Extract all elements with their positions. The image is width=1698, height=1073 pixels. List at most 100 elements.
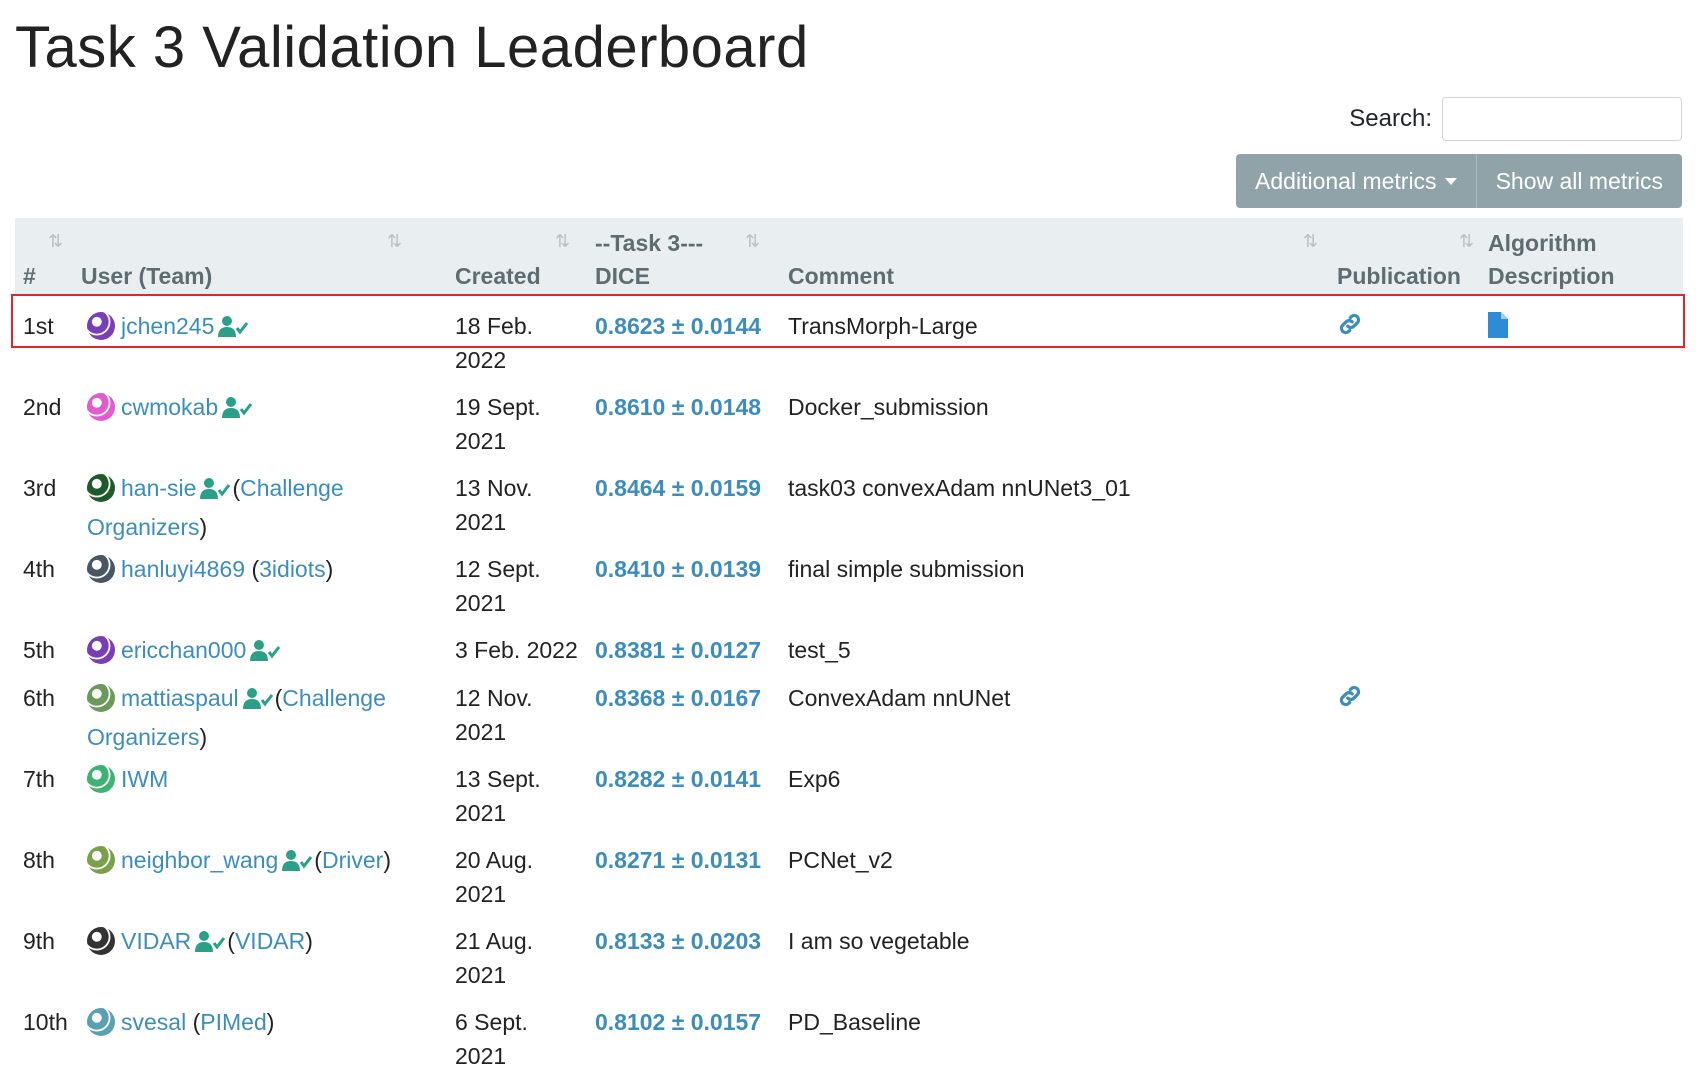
created-cell: 12 Nov. 2021 [455, 685, 533, 745]
search-input[interactable] [1442, 97, 1682, 141]
sort-icon[interactable]: ⇅ [745, 231, 760, 252]
user-cell: hanluyi4869 (3idiots) [87, 552, 427, 586]
avatar [87, 474, 115, 502]
avatar [87, 684, 115, 712]
table-header: ⇅ # ⇅ User (Team) ⇅ Created --Task 3--- … [15, 218, 1683, 296]
created-cell: 13 Sept. 2021 [455, 766, 541, 826]
user-cell: ericchan000 [87, 633, 427, 672]
team-link[interactable]: 3idiots [259, 556, 325, 582]
dice-cell: 0.8368 ± 0.0167 [595, 685, 762, 711]
comment-cell: task03 convexAdam nnUNet3_01 [788, 475, 1131, 501]
user-cell: VIDAR (VIDAR) [87, 924, 427, 963]
verified-user-icon [250, 638, 281, 672]
user-link[interactable]: mattiaspaul [121, 685, 239, 711]
rank-cell: 3rd [23, 475, 57, 501]
column-header-user[interactable]: ⇅ User (Team) [81, 218, 411, 296]
dice-cell: 0.8133 ± 0.0203 [595, 928, 762, 954]
comment-cell: final simple submission [788, 556, 1025, 582]
rank-cell: 7th [23, 766, 55, 792]
sort-icon[interactable]: ⇅ [48, 231, 63, 252]
sort-icon[interactable]: ⇅ [1303, 231, 1318, 252]
dice-cell: 0.8282 ± 0.0141 [595, 766, 762, 792]
verified-user-icon [195, 929, 226, 963]
team-link[interactable]: PIMed [200, 1009, 266, 1035]
created-cell: 21 Aug. 2021 [455, 928, 534, 988]
rank-cell: 4th [23, 556, 55, 582]
user-link[interactable]: svesal [121, 1009, 186, 1035]
created-cell: 20 Aug. 2021 [455, 847, 534, 907]
user-link[interactable]: hanluyi4869 [121, 556, 245, 582]
user-link[interactable]: han-sie [121, 475, 196, 501]
dice-cell: 0.8102 ± 0.0157 [595, 1009, 762, 1035]
avatar [87, 1008, 115, 1036]
verified-user-icon [242, 686, 273, 720]
comment-cell: I am so vegetable [788, 928, 970, 954]
user-cell: cwmokab [87, 390, 427, 429]
user-cell: jchen245 [87, 309, 427, 348]
metrics-button-group: Additional metrics Show all metrics [1236, 154, 1682, 208]
column-header-rank[interactable]: ⇅ # [23, 218, 83, 296]
user-link[interactable]: cwmokab [121, 394, 218, 420]
publication-link-icon[interactable] [1337, 311, 1363, 346]
dice-cell: 0.8623 ± 0.0144 [595, 313, 762, 339]
rank-cell: 1st [23, 313, 54, 339]
avatar [87, 555, 115, 583]
dice-cell: 0.8271 ± 0.0131 [595, 847, 762, 873]
dice-cell: 0.8610 ± 0.0148 [595, 394, 762, 420]
page-title: Task 3 Validation Leaderboard [15, 15, 809, 80]
created-cell: 3 Feb. 2022 [455, 637, 578, 663]
user-cell: neighbor_wang (Driver) [87, 843, 427, 882]
created-cell: 19 Sept. 2021 [455, 394, 541, 454]
column-header-created[interactable]: ⇅ Created [455, 218, 585, 296]
verified-user-icon [282, 848, 313, 882]
rank-cell: 5th [23, 637, 55, 663]
column-header-publication[interactable]: ⇅ Publication [1337, 218, 1477, 296]
comment-cell: Docker_submission [788, 394, 989, 420]
user-link[interactable]: neighbor_wang [121, 847, 278, 873]
avatar [87, 846, 115, 874]
comment-cell: PCNet_v2 [788, 847, 893, 873]
rank-cell: 9th [23, 928, 55, 954]
user-cell: IWM [87, 762, 427, 796]
user-cell: han-sie (Challenge Organizers) [87, 474, 344, 540]
avatar [87, 393, 115, 421]
sort-icon[interactable]: ⇅ [1459, 231, 1474, 252]
rank-cell: 10th [23, 1009, 68, 1035]
show-all-metrics-button[interactable]: Show all metrics [1476, 154, 1682, 208]
comment-cell: Exp6 [788, 766, 841, 792]
created-cell: 18 Feb. 2022 [455, 313, 533, 373]
user-link[interactable]: ericchan000 [121, 637, 246, 663]
publication-link-icon[interactable] [1337, 683, 1363, 718]
created-cell: 6 Sept. 2021 [455, 1009, 528, 1069]
algorithm-description-file-icon[interactable] [1488, 312, 1508, 347]
column-header-algorithm[interactable]: Algorithm Description [1488, 218, 1678, 296]
user-link[interactable]: VIDAR [121, 928, 191, 954]
verified-user-icon [200, 476, 231, 510]
additional-metrics-button[interactable]: Additional metrics [1236, 154, 1477, 208]
user-cell: svesal (PIMed) [87, 1005, 427, 1039]
dice-cell: 0.8464 ± 0.0159 [595, 475, 762, 501]
user-cell: mattiaspaul (Challenge Organizers) [87, 684, 386, 750]
verified-user-icon [222, 395, 253, 429]
avatar [87, 312, 115, 340]
created-cell: 12 Sept. 2021 [455, 556, 541, 616]
avatar [87, 636, 115, 664]
rank-cell: 8th [23, 847, 55, 873]
search-box: Search: [1349, 97, 1682, 141]
user-link[interactable]: IWM [121, 766, 168, 792]
comment-cell: PD_Baseline [788, 1009, 921, 1035]
team-link[interactable]: VIDAR [235, 928, 305, 954]
sort-icon[interactable]: ⇅ [387, 231, 402, 252]
column-header-comment[interactable]: ⇅ Comment [788, 218, 1318, 296]
column-header-dice[interactable]: --Task 3--- ⇅ DICE [595, 218, 775, 296]
avatar [87, 927, 115, 955]
search-label: Search: [1349, 105, 1432, 132]
comment-cell: TransMorph-Large [788, 313, 978, 339]
avatar [87, 765, 115, 793]
rank-cell: 6th [23, 685, 55, 711]
rank-cell: 2nd [23, 394, 62, 420]
team-link[interactable]: Driver [322, 847, 383, 873]
sort-icon[interactable]: ⇅ [555, 231, 570, 252]
comment-cell: ConvexAdam nnUNet [788, 685, 1011, 711]
user-link[interactable]: jchen245 [121, 313, 214, 339]
